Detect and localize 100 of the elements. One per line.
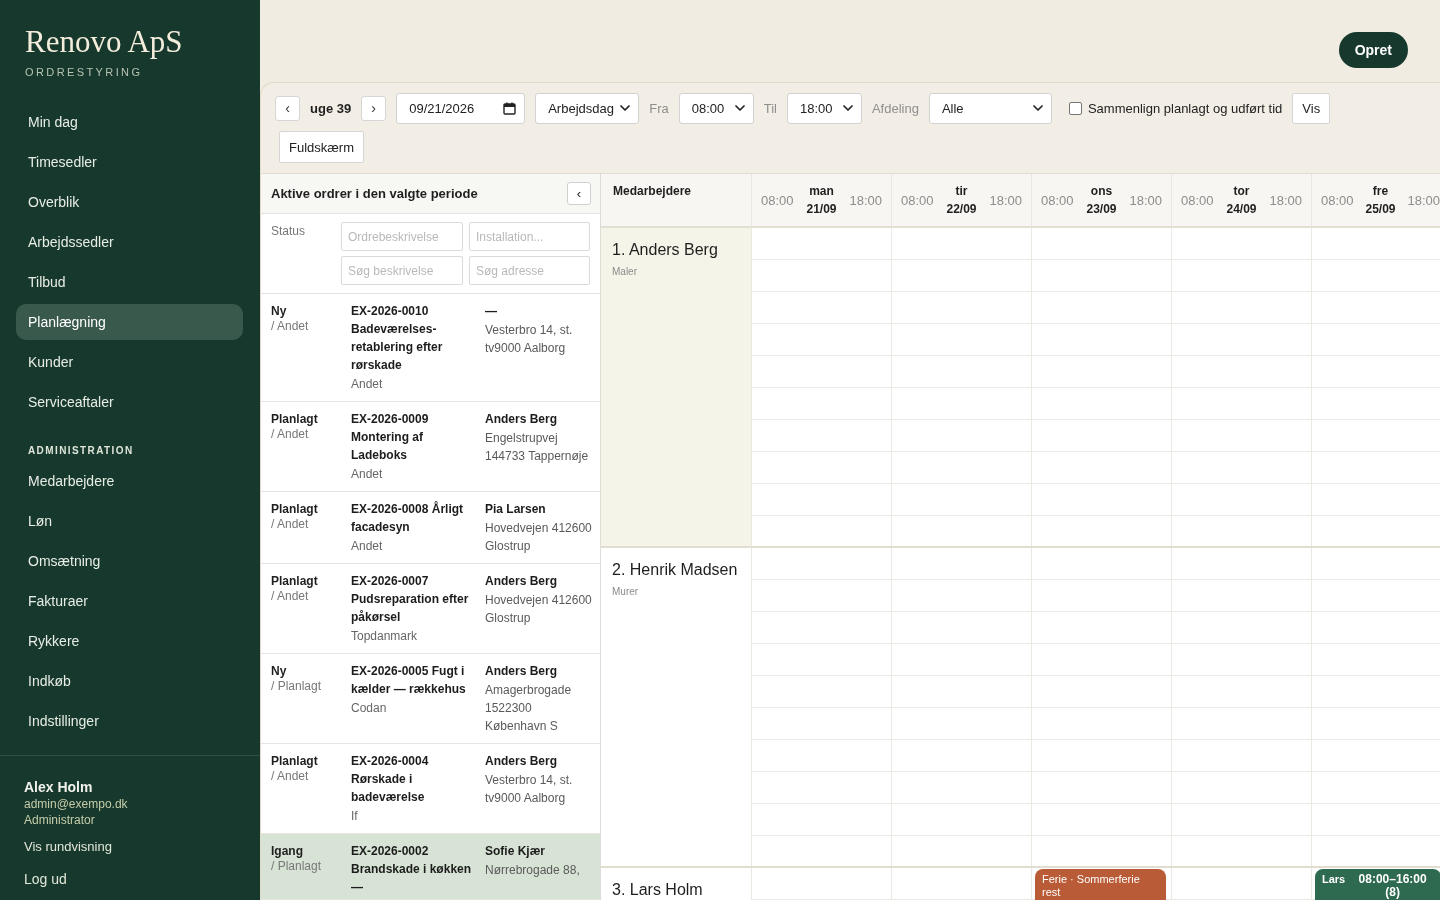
day-name: ons xyxy=(1090,183,1113,200)
employee-name: 1. Anders Berg xyxy=(612,240,719,260)
fullscreen-button[interactable]: Fuldskærm xyxy=(279,131,364,163)
nav-item[interactable]: Overblik xyxy=(16,184,243,220)
day-schedule-cell[interactable] xyxy=(1031,548,1171,866)
nav-item[interactable]: Medarbejdere xyxy=(16,463,243,499)
nav-item[interactable]: Tilbud xyxy=(16,264,243,300)
order-substatus: / Andet xyxy=(271,319,310,333)
day-end-time: 18:00 xyxy=(849,192,882,208)
order-row[interactable]: Ny / Planlagt EX-2026-0005 Fugt i kælder — rækkehus Codan Anders Berg Amagerbrogade 1522300 København S xyxy=(261,654,600,744)
nav-item[interactable]: Omsætning xyxy=(16,543,243,579)
filter-field[interactable]: Installation... xyxy=(469,222,590,251)
day-schedule-cell[interactable] xyxy=(1031,228,1171,546)
nav-item[interactable]: Arbejdssedler xyxy=(16,224,243,260)
filter-field[interactable]: Søg adresse xyxy=(469,256,590,285)
to-time-select[interactable]: 18:00 xyxy=(786,92,862,124)
show-button[interactable]: Vis xyxy=(1292,92,1331,124)
order-customer: Andet xyxy=(351,538,384,555)
day-schedule-cell[interactable] xyxy=(891,868,1031,900)
order-status: Ny xyxy=(271,663,288,679)
employee-name: 3. Lars Holm xyxy=(612,880,704,900)
order-customer: If xyxy=(351,808,359,825)
employees-column-heading: Medarbejdere xyxy=(612,183,693,200)
chevron-down-icon xyxy=(842,105,853,111)
nav-item[interactable]: Indstillinger xyxy=(16,703,243,739)
filter-field[interactable]: Søg beskrivelse xyxy=(341,256,463,285)
create-button[interactable]: Opret xyxy=(1338,32,1408,68)
nav-item[interactable]: Min dag xyxy=(16,104,243,140)
brand-name: Renovo ApS xyxy=(25,24,183,60)
order-assignee: Anders Berg xyxy=(485,663,559,680)
order-title: EX-2026-0002 Brandskade i køkken — xyxy=(351,843,473,896)
order-status: Ny xyxy=(271,303,288,319)
order-assignee: — xyxy=(485,303,498,320)
checkbox[interactable] xyxy=(1068,101,1082,115)
nav-item[interactable]: Planlægning xyxy=(16,304,243,340)
day-name: fre xyxy=(1372,183,1389,200)
day-end-time: 18:00 xyxy=(1407,192,1440,208)
order-substatus: / Planlagt xyxy=(271,859,323,873)
day-schedule-cell[interactable] xyxy=(1311,548,1440,866)
day-date: 23/09 xyxy=(1086,201,1117,218)
from-time-select[interactable]: 08:00 xyxy=(678,92,754,124)
order-row[interactable]: Ny / Andet EX-2026-0010 Badeværelses-retablering efter rørskade Andet — Vesterbro 14, st. tv9000 Aalborg xyxy=(261,294,600,402)
day-schedule-cell[interactable] xyxy=(891,548,1031,866)
nav-item[interactable]: Løn xyxy=(16,503,243,539)
order-status: Planlagt xyxy=(271,501,319,517)
day-schedule-cell[interactable] xyxy=(751,228,891,546)
day-schedule-cell[interactable] xyxy=(1311,228,1440,546)
order-customer: Andet xyxy=(351,376,384,393)
order-row[interactable]: Planlagt / Andet EX-2026-0007 Pudsreparation efter påkørsel Topdanmark Anders Berg Hovedvejen 412600 Glostrup xyxy=(261,564,600,654)
employee-role: Murer xyxy=(612,586,640,598)
order-address: Hovedvejen 412600 Glostrup xyxy=(485,520,593,555)
nav-item[interactable]: Fakturaer xyxy=(16,583,243,619)
calendar-icon xyxy=(503,101,517,115)
footer-link[interactable]: Log ud xyxy=(24,870,67,888)
order-title: EX-2026-0005 Fugt i kælder — rækkehus xyxy=(351,663,467,698)
day-end-time: 18:00 xyxy=(1129,192,1162,208)
order-assignee: Sofie Kjær xyxy=(485,843,546,860)
nav-item[interactable]: Timesedler xyxy=(16,144,243,180)
brand-subtitle: ORDRESTYRING xyxy=(25,65,143,79)
nav-item[interactable]: Rykkere xyxy=(16,623,243,659)
orders-panel-title: Aktive ordrer i den valgte periode xyxy=(271,186,478,201)
view-select[interactable]: Arbejdsdag xyxy=(535,92,640,124)
department-select[interactable]: Alle xyxy=(928,92,1052,124)
previous-week-button[interactable]: ‹ xyxy=(275,95,300,121)
order-title: EX-2026-0007 Pudsreparation efter påkørsel xyxy=(351,573,470,626)
collapse-button[interactable]: ‹ xyxy=(567,182,591,205)
day-start-time: 08:00 xyxy=(761,192,794,208)
day-schedule-cell[interactable] xyxy=(1171,868,1311,900)
checkbox-label[interactable]: Sammenlign planlagt og udført tid xyxy=(1087,100,1283,116)
footer-link[interactable]: Vis rundvisning xyxy=(24,838,112,856)
date-field[interactable]: 09/21/2026 xyxy=(396,92,526,124)
order-row[interactable]: Igang / Planlagt EX-2026-0002 Brandskade i køkken — Sofie Kjær Nørrebrogade 88, xyxy=(261,834,600,900)
nav-item[interactable]: Indkøb xyxy=(16,663,243,699)
employee-cell[interactable]: 1. Anders Berg Maler xyxy=(601,228,751,546)
next-week-button[interactable]: › xyxy=(361,95,387,121)
day-name: tir xyxy=(955,183,968,200)
order-status: Planlagt xyxy=(271,573,319,589)
employee-name: 2. Henrik Madsen xyxy=(612,560,739,580)
order-row[interactable]: Planlagt / Andet EX-2026-0009 Montering af Ladeboks Andet Anders Berg Engelstrupvej 144733 Tappernøje xyxy=(261,402,600,492)
day-schedule-cell[interactable] xyxy=(751,548,891,866)
to-label: Til xyxy=(763,100,777,116)
order-substatus: / Andet xyxy=(271,769,310,783)
user-name: Alex Holm xyxy=(24,778,93,796)
nav-item[interactable]: Kunder xyxy=(16,344,243,380)
order-row[interactable]: Planlagt / Andet EX-2026-0008 Årligt facadesyn Andet Pia Larsen Hovedvejen 412600 Glostrup xyxy=(261,492,600,564)
order-customer: Andet xyxy=(351,466,384,483)
day-date: 24/09 xyxy=(1226,201,1257,218)
order-address: Vesterbro 14, st. tv9000 Aalborg xyxy=(485,772,574,807)
day-schedule-cell[interactable] xyxy=(1171,228,1311,546)
order-assignee: Anders Berg xyxy=(485,753,559,770)
order-assignee: Pia Larsen xyxy=(485,501,547,518)
nav-item[interactable]: Serviceaftaler xyxy=(16,384,243,420)
day-start-time: 08:00 xyxy=(1041,192,1074,208)
day-schedule-cell[interactable] xyxy=(891,228,1031,546)
day-schedule-cell[interactable] xyxy=(751,868,891,900)
filter-field[interactable]: Ordrebeskrivelse xyxy=(341,222,463,251)
order-customer: Topdanmark xyxy=(351,628,419,645)
shift-time: 08:00–16:00 (8) xyxy=(1357,873,1428,899)
day-schedule-cell[interactable] xyxy=(1171,548,1311,866)
day-date: 21/09 xyxy=(806,201,837,218)
